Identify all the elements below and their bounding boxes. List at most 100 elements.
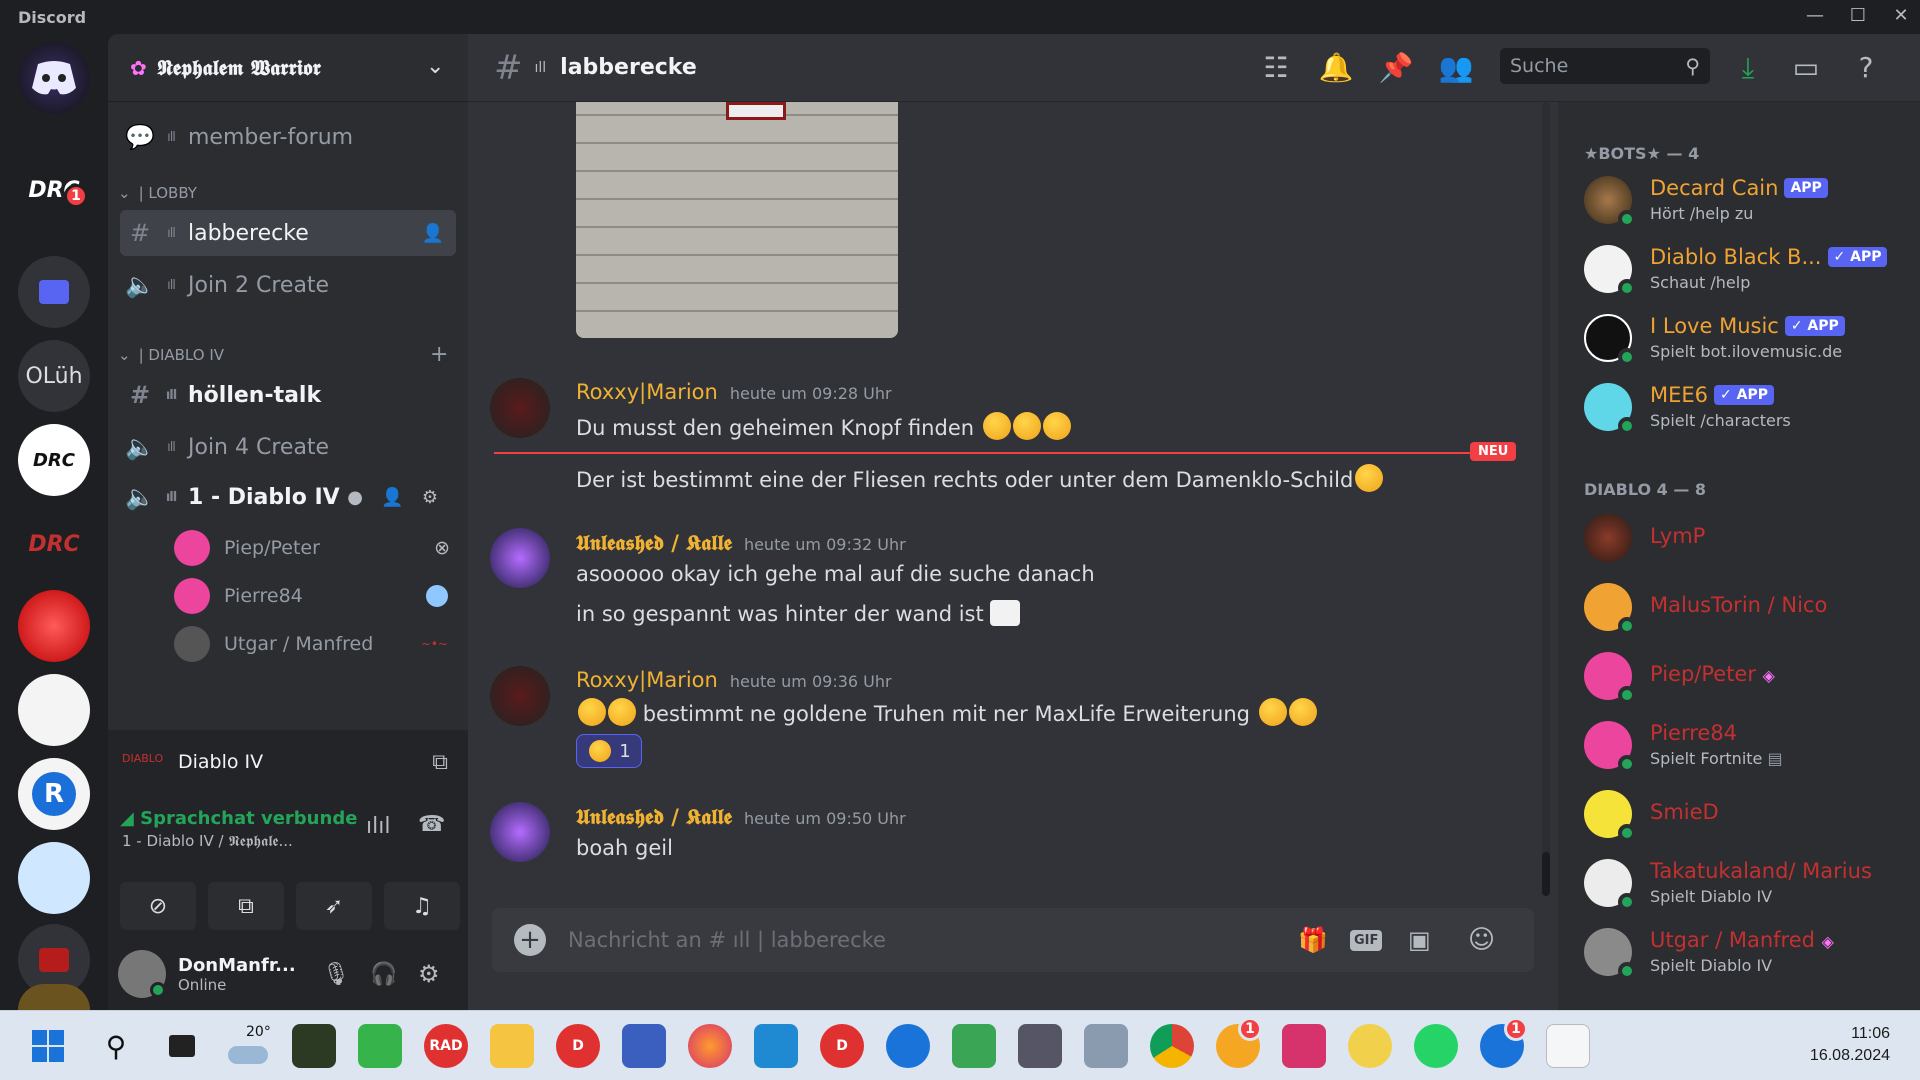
gift-icon[interactable]: 🎁	[1298, 926, 1328, 954]
system-clock[interactable]: 11:06 16.08.2024	[1810, 1023, 1890, 1067]
calculator-icon[interactable]	[1018, 1024, 1062, 1068]
voice-user-piep-peter[interactable]: Piep/Peter ⊗	[174, 528, 454, 568]
headphones-icon[interactable]: 🎧	[370, 962, 397, 987]
member-piep-peter[interactable]: Piep/Peter ◈	[1584, 648, 1914, 704]
message-avatar[interactable]	[490, 528, 550, 588]
message-avatar[interactable]	[490, 378, 550, 438]
user-info[interactable]: DonManfr... Online	[178, 955, 296, 994]
task-view-icon[interactable]	[160, 1024, 204, 1068]
chrome-icon[interactable]	[1150, 1024, 1194, 1068]
server-r-logo[interactable]: R	[18, 758, 90, 830]
channel-actions-icons[interactable]: ● 👤 ⚙	[347, 487, 444, 508]
chevron-down-icon[interactable]: ⌄	[426, 54, 444, 79]
reaction-button[interactable]: 1	[576, 734, 642, 768]
close-button[interactable]: ✕	[1886, 5, 1916, 29]
threads-icon[interactable]: ☷	[1256, 48, 1296, 88]
download-icon[interactable]: ⤓	[1728, 48, 1768, 88]
minimize-button[interactable]: —	[1800, 5, 1830, 29]
pin-icon[interactable]: 📌	[1376, 48, 1416, 88]
member-i-love-music[interactable]: I Love Music ✓ APP Spielt bot.ilovemusic.…	[1584, 310, 1914, 366]
invite-icon[interactable]: 👤	[422, 223, 444, 244]
member-malustorin-nico[interactable]: MalusTorin / Nico	[1584, 579, 1914, 635]
channel-join-2-create[interactable]: 🔈 ıll Join 2 Create	[120, 262, 456, 308]
gif-icon[interactable]: GIF	[1350, 929, 1383, 951]
message-avatar[interactable]	[490, 666, 550, 726]
voice-user-utgar-manfred[interactable]: Utgar / Manfred ~•~	[174, 624, 454, 664]
settings-gear-icon[interactable]: ⚙	[418, 960, 440, 988]
taskbar-app-icon[interactable]	[886, 1024, 930, 1068]
message-author[interactable]: 𝖀𝖓𝖑𝖊𝖆𝖘𝖍𝖊𝖉 / 𝕶𝖆𝖑𝖑𝖊	[576, 530, 732, 555]
voice-user-pierre84[interactable]: Pierre84	[174, 576, 454, 616]
channel-1-diablo-iv[interactable]: 🔈 ıll 1 - Diablo IV ● 👤 ⚙	[120, 474, 456, 520]
server-olueh[interactable]: OLüh	[18, 340, 90, 412]
taskbar-app-icon[interactable]: D	[556, 1024, 600, 1068]
taskbar-app-icon[interactable]: D	[820, 1024, 864, 1068]
bell-icon[interactable]: 🔔	[1316, 48, 1356, 88]
message-image-attachment[interactable]	[576, 102, 898, 338]
taskbar-app-icon[interactable]	[292, 1024, 336, 1068]
microphone-icon[interactable]: 🎙	[322, 962, 350, 987]
category-lobby[interactable]: ⌄ | LOBBY	[116, 184, 197, 202]
server-folder[interactable]	[18, 256, 90, 328]
server-cartoon[interactable]	[18, 842, 90, 914]
user-avatar[interactable]	[118, 950, 166, 998]
camera-button[interactable]: ⊘	[120, 882, 196, 930]
taskbar-rad-icon[interactable]: RAD	[424, 1024, 468, 1068]
notepad-icon[interactable]	[1546, 1024, 1590, 1068]
server-dice[interactable]	[18, 590, 90, 662]
vscode-icon[interactable]	[754, 1024, 798, 1068]
channel-labberecke[interactable]: # ıll labberecke 👤	[120, 210, 456, 256]
server-drc-3[interactable]: DRC	[18, 508, 90, 580]
search-input[interactable]: Suche ⚲	[1500, 48, 1710, 84]
voice-channel-path[interactable]: 1 - Diablo IV / 𝕹𝖊𝖕𝖍𝖆𝖑𝖊...	[122, 832, 293, 850]
scrollbar-thumb[interactable]	[1542, 852, 1550, 896]
soundboard-button[interactable]: ♫	[384, 882, 460, 930]
member-decard-cain[interactable]: Decard Cain APP Hört /help zu	[1584, 172, 1914, 228]
message-author[interactable]: Roxxy|Marion	[576, 668, 718, 692]
weather-widget[interactable]: 20°	[226, 1024, 271, 1068]
screen-share-icon[interactable]: ⧉	[432, 750, 448, 775]
sticker-icon[interactable]: ▣	[1408, 926, 1431, 954]
taskbar-app-icon[interactable]	[1282, 1024, 1326, 1068]
inbox-icon[interactable]: ▭	[1786, 48, 1826, 88]
channel-member-forum[interactable]: 💬 ıll member-forum	[120, 114, 456, 160]
server-partial[interactable]	[18, 984, 90, 1010]
taskbar-app-icon[interactable]	[622, 1024, 666, 1068]
member-smied[interactable]: SmieD	[1584, 786, 1914, 842]
add-channel-icon[interactable]: +	[430, 342, 448, 367]
start-button[interactable]	[26, 1024, 70, 1068]
member-lymp[interactable]: LymP	[1584, 510, 1914, 566]
help-icon[interactable]: ?	[1846, 48, 1886, 88]
whatsapp-icon[interactable]	[1414, 1024, 1458, 1068]
activities-button[interactable]: ➶	[296, 882, 372, 930]
screen-share-button[interactable]: ⧉	[208, 882, 284, 930]
disconnect-icon[interactable]: ☎	[418, 812, 445, 837]
guild-header[interactable]: ✿ 𝕹𝖊𝖕𝖍𝖆𝖑𝖊𝖒 𝖂𝖆𝖗𝖗𝖎𝖔𝖗 ⌄	[108, 34, 468, 102]
message-author[interactable]: Roxxy|Marion	[576, 380, 718, 404]
member-utgar-manfred[interactable]: Utgar / Manfred ◈ Spielt Diablo IV	[1584, 924, 1914, 980]
scrollbar-track[interactable]	[1542, 102, 1550, 896]
search-icon[interactable]: ⚲	[94, 1024, 138, 1068]
emoji-picker-icon[interactable]: ☺	[1468, 925, 1495, 955]
member-mee6[interactable]: MEE6 ✓ APP Spielt /characters	[1584, 379, 1914, 435]
taskbar-app-icon[interactable]	[1084, 1024, 1128, 1068]
message-avatar[interactable]	[490, 802, 550, 862]
firefox-icon[interactable]	[688, 1024, 732, 1068]
taskbar-app-icon[interactable]	[358, 1024, 402, 1068]
channel-join-4-create[interactable]: 🔈 ıll Join 4 Create	[120, 424, 456, 470]
message-composer[interactable]: + Nachricht an # ıll | labberecke 🎁 GIF …	[492, 908, 1534, 972]
server-drc-2[interactable]: DRC	[18, 424, 90, 496]
category-diablo-iv[interactable]: ⌄ | DIABLO IV +	[116, 342, 466, 367]
taskbar-app-icon[interactable]	[1348, 1024, 1392, 1068]
file-explorer-icon[interactable]	[490, 1024, 534, 1068]
channel-hoellen-talk[interactable]: # ıll höllen-talk	[120, 372, 456, 418]
member-pierre84[interactable]: Pierre84 Spielt Fortnite ▤	[1584, 717, 1914, 773]
member-diablo-black-book[interactable]: Diablo Black B... ✓ APP Schaut /help	[1584, 241, 1914, 297]
noise-suppression-icon[interactable]: ılıl	[366, 814, 390, 839]
message-author[interactable]: 𝖀𝖓𝖑𝖊𝖆𝖘𝖍𝖊𝖉 / 𝕶𝖆𝖑𝖑𝖊	[576, 804, 732, 829]
server-owl[interactable]	[18, 674, 90, 746]
maximize-button[interactable]: ☐	[1843, 5, 1873, 29]
members-icon[interactable]: 👥	[1436, 48, 1476, 88]
taskbar-app-icon[interactable]	[952, 1024, 996, 1068]
home-button[interactable]	[18, 42, 90, 114]
